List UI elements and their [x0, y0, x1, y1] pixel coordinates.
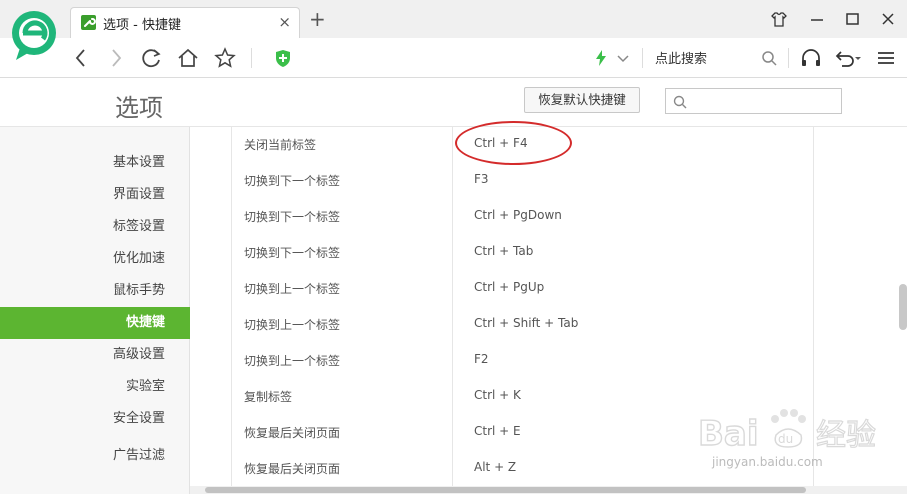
title-bar: 选项 - 快捷键 × + [0, 0, 907, 38]
speed-mode-lightning-icon[interactable] [589, 46, 613, 70]
search-icon [672, 94, 688, 114]
shortcut-key[interactable]: Alt + Z [474, 460, 516, 474]
sidebar-item-mouse-gestures[interactable]: 鼠标手势 [0, 275, 190, 307]
favorite-star-icon[interactable] [213, 46, 237, 70]
shortcut-name: 切换到下一个标签 [244, 174, 341, 188]
shortcut-name: 切换到上一个标签 [244, 318, 341, 332]
page-title: 选项 [115, 94, 163, 122]
shortcut-name: 恢复最后关闭页面 [244, 462, 341, 476]
browser-logo-icon[interactable] [10, 8, 60, 64]
table-row[interactable]: 切换到下一个标签 Ctrl + Tab [231, 235, 813, 271]
undo-dropdown-chevron-icon[interactable] [852, 46, 876, 70]
shortcut-key[interactable]: Ctrl + E [474, 424, 521, 438]
table-row[interactable]: 切换到下一个标签 Ctrl + PgDown [231, 199, 813, 235]
table-row[interactable]: 切换到下一个标签 F3 [231, 163, 813, 199]
shortcut-name: 关闭当前标签 [244, 138, 317, 152]
svg-text:du: du [778, 432, 793, 446]
sidebar-item-advanced[interactable]: 高级设置 [0, 339, 190, 371]
sidebar-item-ad-filter[interactable]: 广告过滤 [0, 440, 190, 472]
shortcut-name: 复制标签 [244, 390, 293, 404]
back-icon[interactable] [69, 46, 93, 70]
new-tab-button[interactable]: + [309, 9, 326, 29]
refresh-icon[interactable] [140, 46, 164, 70]
headphones-icon[interactable] [799, 46, 823, 70]
tab-close-icon[interactable]: × [278, 13, 291, 31]
forward-icon[interactable] [104, 46, 128, 70]
menu-icon[interactable] [874, 46, 898, 70]
shortcut-key[interactable]: Ctrl + K [474, 388, 521, 402]
maximize-icon[interactable] [841, 8, 863, 30]
sidebar-item-tabs[interactable]: 标签设置 [0, 211, 190, 243]
sidebar-item-security[interactable]: 安全设置 [0, 403, 190, 435]
tab-options-shortcuts[interactable]: 选项 - 快捷键 × [70, 7, 300, 38]
close-window-icon[interactable] [877, 8, 899, 30]
options-search-box[interactable] [665, 88, 842, 114]
shortcut-name: 切换到下一个标签 [244, 210, 341, 224]
table-row[interactable]: 切换到上一个标签 Ctrl + Shift + Tab [231, 307, 813, 343]
vertical-scrollbar-thumb[interactable] [899, 284, 907, 330]
sidebar-item-shortcuts[interactable]: 快捷键 [0, 307, 190, 339]
minimize-icon[interactable] [806, 8, 828, 30]
svg-text:经验: 经验 [816, 418, 876, 453]
divider [251, 48, 252, 68]
chevron-down-icon[interactable] [611, 46, 635, 70]
shortcut-key[interactable]: Ctrl + Tab [474, 244, 533, 258]
shortcut-name: 恢复最后关闭页面 [244, 426, 341, 440]
skin-icon[interactable] [768, 8, 790, 30]
search-icon[interactable] [757, 46, 781, 70]
annotation-circle [455, 121, 572, 165]
address-search-text[interactable]: 点此搜索 [655, 48, 707, 67]
sidebar-item-lab[interactable]: 实验室 [0, 371, 190, 403]
security-shield-icon[interactable] [271, 46, 295, 70]
wrench-icon [81, 15, 96, 30]
shortcut-name: 切换到上一个标签 [244, 282, 341, 296]
reset-shortcuts-button[interactable]: 恢复默认快捷键 [524, 87, 640, 113]
options-sidebar: 基本设置 界面设置 标签设置 优化加速 鼠标手势 快捷键 高级设置 实验室 安全… [0, 127, 190, 494]
shortcut-name: 切换到上一个标签 [244, 354, 341, 368]
shortcut-name: 切换到下一个标签 [244, 246, 341, 260]
sidebar-item-interface[interactable]: 界面设置 [0, 179, 190, 211]
divider [642, 48, 643, 68]
horizontal-scrollbar-thumb[interactable] [205, 487, 806, 493]
shortcut-key[interactable]: Ctrl + PgUp [474, 280, 544, 294]
watermark-url: jingyan.baidu.com [712, 455, 823, 469]
shortcut-key[interactable]: Ctrl + Shift + Tab [474, 316, 578, 330]
shortcut-key[interactable]: Ctrl + PgDown [474, 208, 562, 222]
options-search-input[interactable] [692, 91, 838, 111]
shortcut-key[interactable]: F2 [474, 352, 489, 366]
svg-text:Bai: Bai [698, 414, 759, 454]
table-row[interactable]: 切换到上一个标签 Ctrl + PgUp [231, 271, 813, 307]
home-icon[interactable] [176, 46, 200, 70]
divider [788, 48, 789, 68]
navigation-bar: 点此搜索 [0, 38, 907, 78]
shortcut-key[interactable]: F3 [474, 172, 489, 186]
sidebar-item-basic[interactable]: 基本设置 [0, 147, 190, 179]
sidebar-item-optimize[interactable]: 优化加速 [0, 243, 190, 275]
tab-title: 选项 - 快捷键 [103, 18, 181, 33]
table-row[interactable]: 切换到上一个标签 F2 [231, 343, 813, 379]
